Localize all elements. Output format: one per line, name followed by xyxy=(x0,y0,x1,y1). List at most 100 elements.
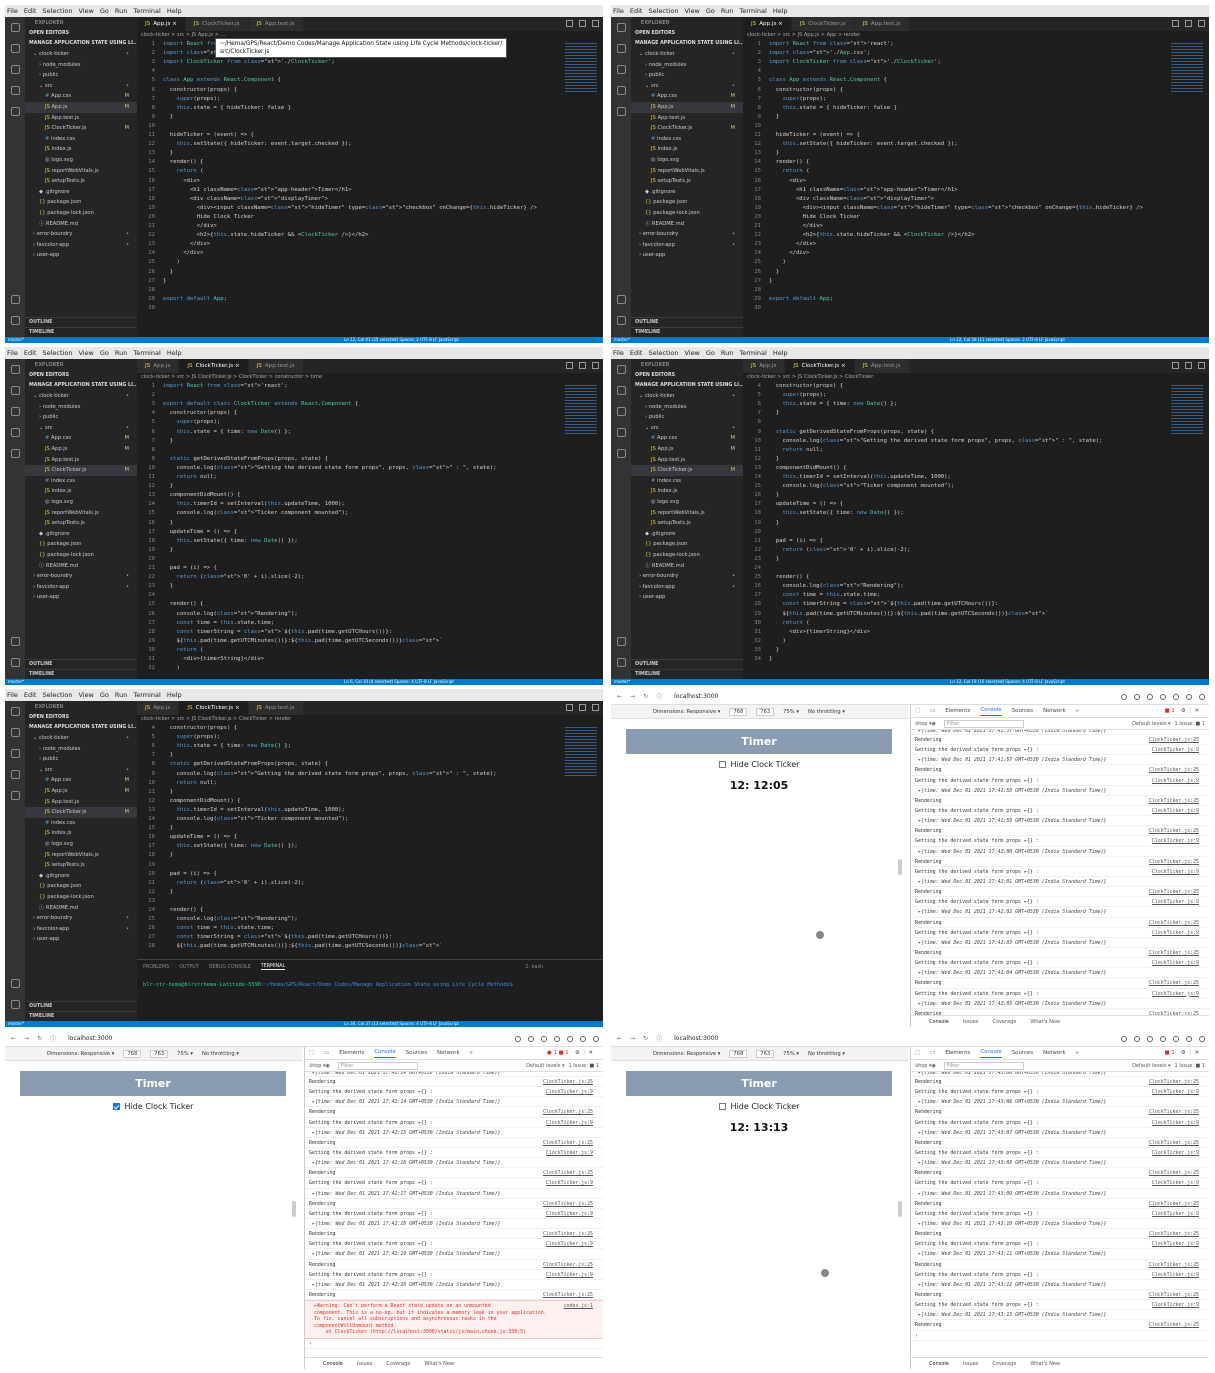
search-icon[interactable] xyxy=(616,386,626,395)
tree-item[interactable]: › error-boundry • xyxy=(25,229,137,240)
log-source-link[interactable]: ClockTicker.js:9 xyxy=(546,1087,593,1097)
menu-item-file[interactable]: File xyxy=(7,691,18,699)
inspect-icon[interactable]: ⬚ xyxy=(915,708,920,714)
device-select[interactable]: Dimensions: Responsive ▾ xyxy=(47,1051,114,1057)
log-source-link[interactable]: ClockTicker.js:25 xyxy=(1149,1320,1199,1330)
log-source-link[interactable]: ClockTicker.js:25 xyxy=(1149,1077,1199,1087)
split-editor-icon[interactable] xyxy=(566,20,573,27)
tree-item[interactable]: # index.css xyxy=(631,134,743,145)
zoom-icon[interactable] xyxy=(515,1035,521,1042)
log-source-link[interactable]: ClockTicker.js:9 xyxy=(1152,1239,1199,1249)
forward-icon[interactable]: → xyxy=(630,693,635,700)
git-branch[interactable]: master* xyxy=(8,337,24,342)
menu-item-file[interactable]: File xyxy=(613,7,624,15)
hide-ticker-checkbox[interactable] xyxy=(718,1103,726,1110)
page-scrollbar[interactable] xyxy=(898,859,902,875)
menu-item-view[interactable]: View xyxy=(78,349,93,357)
tree-item[interactable]: ⌄ src • xyxy=(631,423,743,434)
code-view[interactable]: 4 constructor(props) {5 super(props); 6 t… xyxy=(743,382,1169,679)
more-icon[interactable] xyxy=(592,20,599,27)
log-source-link[interactable]: ClockTicker.js:9 xyxy=(1152,776,1199,786)
log-source-link[interactable]: ClockTicker.js:25 xyxy=(1149,978,1199,988)
tree-item[interactable]: # App.css M xyxy=(25,433,137,444)
tab-clockticker-js[interactable]: JS ClockTicker.js × xyxy=(785,359,855,373)
log-source-link[interactable]: ClockTicker.js:25 xyxy=(1149,1168,1199,1178)
tree-item[interactable]: # App.css M xyxy=(631,433,743,444)
back-icon[interactable]: ← xyxy=(617,1035,622,1042)
menu-item-help[interactable]: Help xyxy=(167,7,182,15)
tree-item[interactable]: JS App.js M xyxy=(631,444,743,455)
tree-item[interactable]: JS index.js xyxy=(25,828,137,839)
open-editors-section[interactable]: OPEN EDITORS xyxy=(25,713,137,723)
log-source-link[interactable]: ClockTicker.js:25 xyxy=(543,1138,593,1148)
menu-item-view[interactable]: View xyxy=(684,349,699,357)
drawer-tab-issues[interactable]: Issues xyxy=(963,1361,979,1367)
menu-item-run[interactable]: Run xyxy=(721,7,733,15)
tab-app-test-js[interactable]: JS App.test.js xyxy=(248,359,304,373)
height-input[interactable]: 763 xyxy=(150,1049,169,1058)
extensions-icon[interactable] xyxy=(616,107,626,116)
puzzle-icon[interactable] xyxy=(567,1035,573,1042)
tree-item[interactable]: JS reportWebVitals.js xyxy=(25,850,137,861)
menu-item-help[interactable]: Help xyxy=(773,349,788,357)
code-view[interactable]: 1import React from class="st">'react';2i… xyxy=(137,40,563,337)
error-count-badge[interactable]: ■ 1 xyxy=(1165,708,1175,714)
tree-item[interactable]: JS reportWebVitals.js xyxy=(25,166,137,177)
hide-ticker-checkbox[interactable] xyxy=(718,761,726,768)
source-control-icon[interactable] xyxy=(10,407,20,416)
run-icon[interactable] xyxy=(579,20,586,27)
profile-icon[interactable] xyxy=(1186,1035,1192,1042)
log-source-link[interactable]: ClockTicker.js:9 xyxy=(546,1209,593,1219)
menu-item-selection[interactable]: Selection xyxy=(648,7,678,15)
menu-item-edit[interactable]: Edit xyxy=(630,349,643,357)
project-section[interactable]: MANAGE APPLICATION STATE USING LI... xyxy=(631,39,743,49)
devtools-tab-elements[interactable]: Elements xyxy=(339,1050,364,1056)
tree-item[interactable]: ⓘ README.md xyxy=(25,903,137,914)
tree-item[interactable]: # App.css M xyxy=(25,775,137,786)
tree-item[interactable]: › node_modules xyxy=(25,402,137,413)
run-debug-icon[interactable] xyxy=(10,770,20,779)
console-filter-input[interactable]: Filter xyxy=(337,1061,418,1070)
menu-item-view[interactable]: View xyxy=(684,7,699,15)
tab-app-test-js[interactable]: JS App.test.js xyxy=(854,17,910,31)
more-icon[interactable] xyxy=(1198,362,1205,369)
panel-tab-output[interactable]: OUTPUT xyxy=(179,965,199,970)
files-icon[interactable] xyxy=(616,365,626,374)
device-toggle-icon[interactable]: ▭ xyxy=(324,1050,329,1056)
extensions-icon[interactable] xyxy=(10,449,20,458)
tree-item[interactable]: ⌄ clock-ticker • xyxy=(25,49,137,60)
files-icon[interactable] xyxy=(10,365,20,374)
cursor-position[interactable]: Ln 12, Col 19 (16 selected) Spaces: 4 UT… xyxy=(950,679,1065,684)
settings-icon[interactable]: ⚙ ⋮ ✕ xyxy=(1181,1050,1199,1056)
files-icon[interactable] xyxy=(10,707,20,716)
menu-item-view[interactable]: View xyxy=(78,7,93,15)
tree-item[interactable]: JS ClockTicker.js M xyxy=(631,123,743,134)
tree-item[interactable]: ◆ .gitignore xyxy=(631,187,743,198)
drawer-tab-whatsnew[interactable]: What's New xyxy=(424,1361,454,1367)
console-log[interactable]: ▸{time: Wed Dec 01 2021 17:42:14 GMT+053… xyxy=(305,1072,603,1357)
log-source-link[interactable]: ClockTicker.js:25 xyxy=(1149,1138,1199,1148)
git-branch[interactable]: master* xyxy=(8,679,24,684)
tree-item[interactable]: › public xyxy=(25,412,137,423)
source-control-icon[interactable] xyxy=(616,65,626,74)
tree-item[interactable]: JS ClockTicker.js M xyxy=(25,807,137,818)
menu-item-selection[interactable]: Selection xyxy=(42,349,72,357)
tree-item[interactable]: ◆ .gitignore xyxy=(25,187,137,198)
url-field[interactable]: localhost:3000 xyxy=(68,1035,112,1042)
tree-item[interactable]: {} package.json xyxy=(631,539,743,550)
tree-item[interactable]: {} package-lock.json xyxy=(631,208,743,219)
device-select[interactable]: Dimensions: Responsive ▾ xyxy=(653,1051,720,1057)
tree-item[interactable]: JS index.js xyxy=(631,486,743,497)
throttle-select[interactable]: No throttling ▾ xyxy=(808,709,845,715)
profile-icon[interactable] xyxy=(580,1035,586,1042)
tree-item[interactable]: JS setupTests.js xyxy=(631,176,743,187)
log-source-link[interactable]: ClockTicker.js:25 xyxy=(1149,1290,1199,1300)
height-input[interactable]: 763 xyxy=(756,1049,775,1058)
tree-item[interactable]: JS setupTests.js xyxy=(25,176,137,187)
console-log[interactable]: ▸{time: Wed Dec 01 2021 17:43:06 GMT+053… xyxy=(911,1072,1209,1357)
menu-item-run[interactable]: Run xyxy=(115,691,127,699)
console-filter-input[interactable]: Filter xyxy=(943,719,1024,728)
tree-item[interactable]: JS App.js M xyxy=(25,101,137,113)
tab-app-js[interactable]: JS App.js × xyxy=(137,17,186,31)
close-icon[interactable]: × xyxy=(776,21,783,27)
